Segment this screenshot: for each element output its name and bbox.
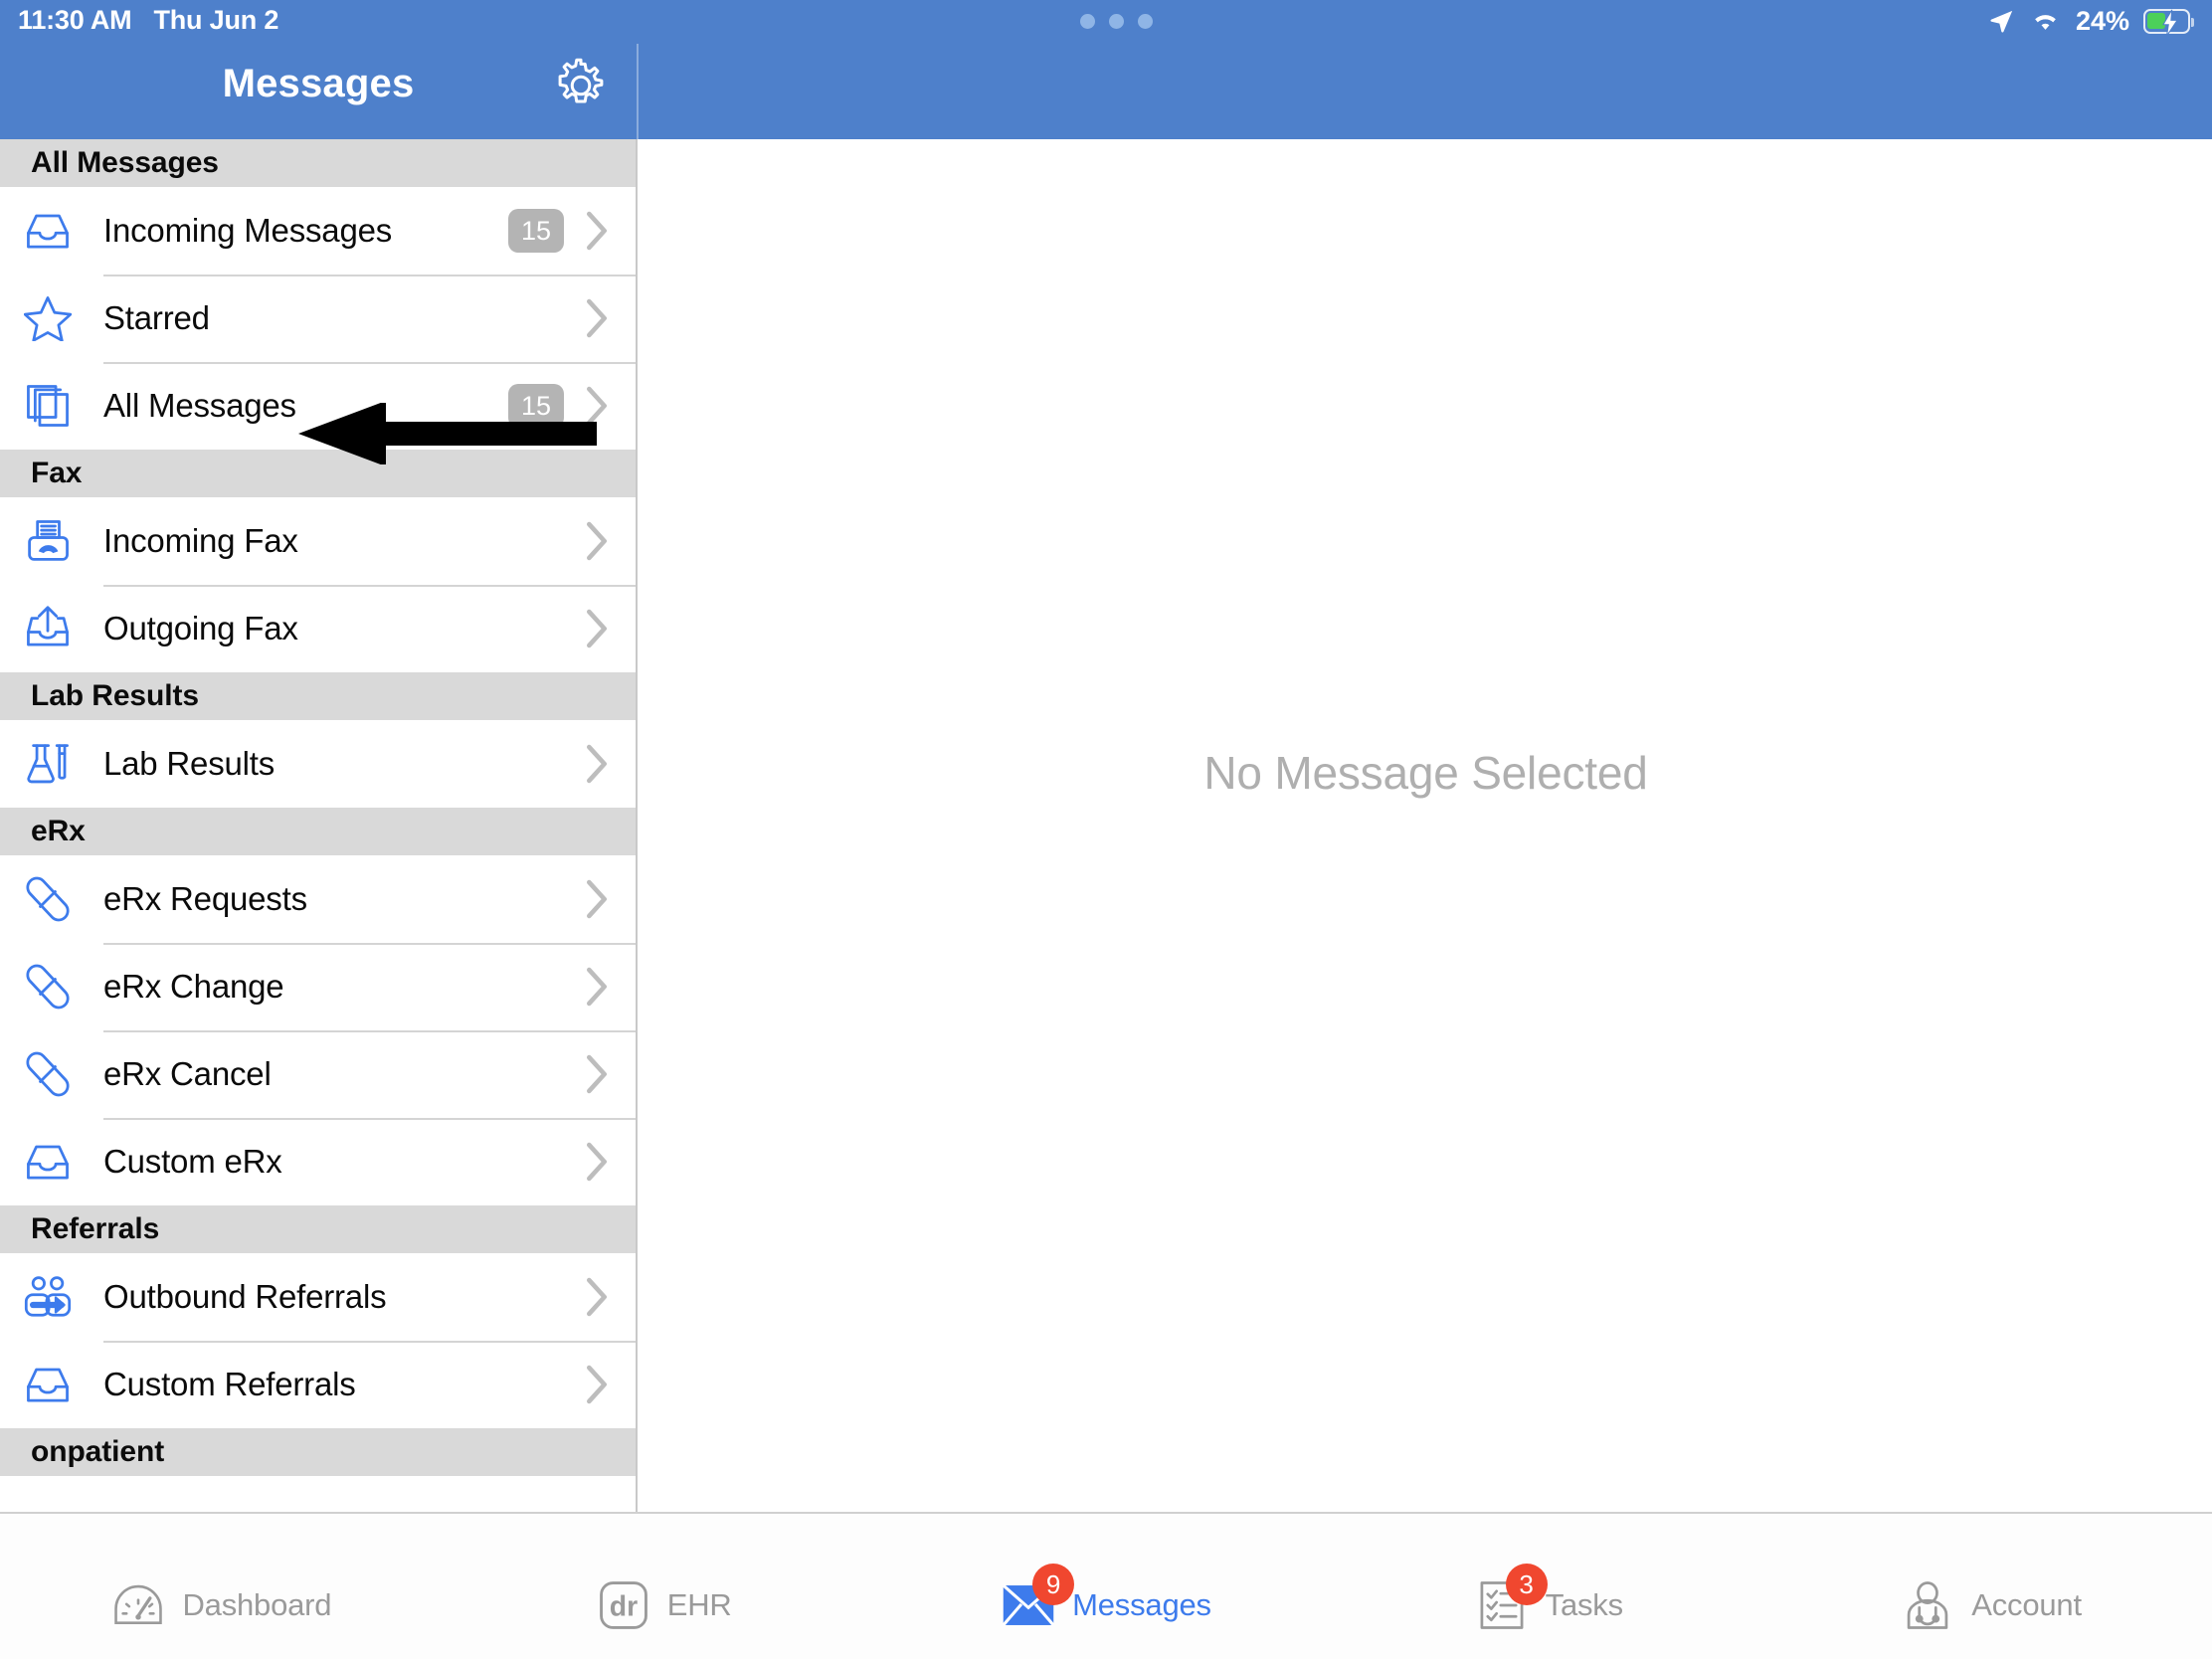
sidebar-item-custom-erx[interactable]: Custom eRx — [0, 1118, 636, 1205]
doctor-stethoscope-icon — [1900, 1577, 1955, 1633]
inbox-tray-icon — [24, 1138, 72, 1186]
sidebar-section-header: Fax — [0, 450, 636, 497]
tab-account[interactable]: Account — [1769, 1514, 2212, 1659]
pill-capsule-icon — [24, 963, 72, 1011]
sidebar-section-header: onpatient — [0, 1428, 636, 1476]
sidebar-item-label: All Messages — [103, 387, 296, 424]
pill-capsule-icon — [24, 1050, 72, 1098]
tab-label: Messages — [1072, 1587, 1211, 1622]
chevron-right-icon — [584, 1054, 610, 1094]
people-arrow-icon — [24, 1273, 72, 1321]
sidebar-section-header: Referrals — [0, 1205, 636, 1253]
sidebar-item-label: Lab Results — [103, 745, 276, 782]
sidebar-section-header: All Messages — [0, 139, 636, 187]
sidebar-item-erx-cancel[interactable]: eRx Cancel — [0, 1030, 636, 1118]
inbox-tray-icon — [24, 1361, 72, 1408]
chevron-right-icon — [584, 609, 610, 648]
sidebar-item-label: Incoming Fax — [103, 522, 298, 559]
inbox-tray-icon — [24, 207, 72, 255]
sidebar-item-label: Outgoing Fax — [103, 610, 298, 646]
sidebar-item-incoming-messages[interactable]: Incoming Messages 15 — [0, 187, 636, 275]
chevron-right-icon — [584, 967, 610, 1007]
sidebar-item-label: eRx Requests — [103, 880, 307, 917]
empty-state-label: No Message Selected — [1203, 747, 1648, 799]
sidebar-section-header: eRx — [0, 808, 636, 855]
chevron-right-icon — [584, 1142, 610, 1182]
sidebar-item-erx-change[interactable]: eRx Change — [0, 943, 636, 1030]
bottom-tab-bar[interactable]: Dashboard dr EHR 9 Messages 3 Tasks Account — [0, 1512, 2212, 1659]
sidebar-item-label: Custom eRx — [103, 1143, 282, 1180]
chevron-right-icon — [584, 1277, 610, 1317]
tab-messages[interactable]: 9 Messages — [885, 1514, 1328, 1659]
tab-label: Tasks — [1545, 1587, 1623, 1622]
sidebar-item-outbound-referrals[interactable]: Outbound Referrals — [0, 1253, 636, 1341]
unread-count-badge: 15 — [508, 209, 564, 253]
chevron-right-icon — [584, 298, 610, 338]
chevron-right-icon — [584, 879, 610, 919]
sidebar-message-folders[interactable]: All Messages Incoming Messages 15 Starred Al… — [0, 139, 638, 1512]
tab-ehr[interactable]: dr EHR — [443, 1514, 885, 1659]
tab-tasks[interactable]: 3 Tasks — [1327, 1514, 1769, 1659]
sidebar-item-erx-requests[interactable]: eRx Requests — [0, 855, 636, 943]
nav-divider — [637, 0, 639, 139]
stacked-pages-icon — [24, 382, 72, 430]
gear-icon[interactable] — [553, 58, 609, 113]
tab-label: Dashboard — [182, 1587, 332, 1622]
unread-count-badge: 15 — [508, 384, 564, 428]
tab-notification-badge: 3 — [1505, 1564, 1548, 1605]
sidebar-item-label: Custom Referrals — [103, 1366, 356, 1402]
navigation-bar: Messages — [0, 0, 2212, 139]
tab-notification-badge: 9 — [1032, 1564, 1075, 1605]
envelope-icon: 9 — [1001, 1564, 1075, 1633]
sidebar-item-starred[interactable]: Starred — [0, 275, 636, 362]
star-icon — [24, 294, 72, 342]
chevron-right-icon — [584, 1365, 610, 1404]
sidebar-section-header: Lab Results — [0, 672, 636, 720]
chevron-right-icon — [584, 386, 610, 426]
chevron-right-icon — [584, 211, 610, 251]
sidebar-item-label: Outbound Referrals — [103, 1278, 387, 1315]
svg-text:dr: dr — [610, 1591, 638, 1623]
sidebar-item-label: Starred — [103, 299, 210, 336]
fax-machine-icon — [24, 517, 72, 565]
sidebar-item-label: eRx Cancel — [103, 1055, 272, 1092]
sidebar-item-all-messages[interactable]: All Messages 15 — [0, 362, 636, 450]
chevron-right-icon — [584, 744, 610, 784]
detail-pane: No Message Selected — [640, 139, 2212, 1512]
flask-test-tube-icon — [24, 740, 72, 788]
sidebar-item-label: Incoming Messages — [103, 212, 393, 249]
sidebar-item-incoming-fax[interactable]: Incoming Fax — [0, 497, 636, 585]
page-title: Messages — [222, 62, 415, 105]
dr-logo-icon: dr — [596, 1577, 651, 1633]
pill-capsule-icon — [24, 875, 72, 923]
sidebar-item-label: eRx Change — [103, 968, 284, 1005]
outbox-up-arrow-icon — [24, 605, 72, 652]
sidebar-item-outgoing-fax[interactable]: Outgoing Fax — [0, 585, 636, 672]
tab-label: Account — [1971, 1587, 2082, 1622]
speedometer-icon — [110, 1577, 166, 1633]
checklist-icon: 3 — [1474, 1564, 1548, 1633]
sidebar-item-custom-referrals[interactable]: Custom Referrals — [0, 1341, 636, 1428]
sidebar-item-lab-results[interactable]: Lab Results — [0, 720, 636, 808]
tab-dashboard[interactable]: Dashboard — [0, 1514, 443, 1659]
chevron-right-icon — [584, 521, 610, 561]
tab-label: EHR — [666, 1587, 732, 1622]
app-root: Messages 11:30 AM Thu Jun 2 24% All Mess… — [0, 0, 2212, 1659]
